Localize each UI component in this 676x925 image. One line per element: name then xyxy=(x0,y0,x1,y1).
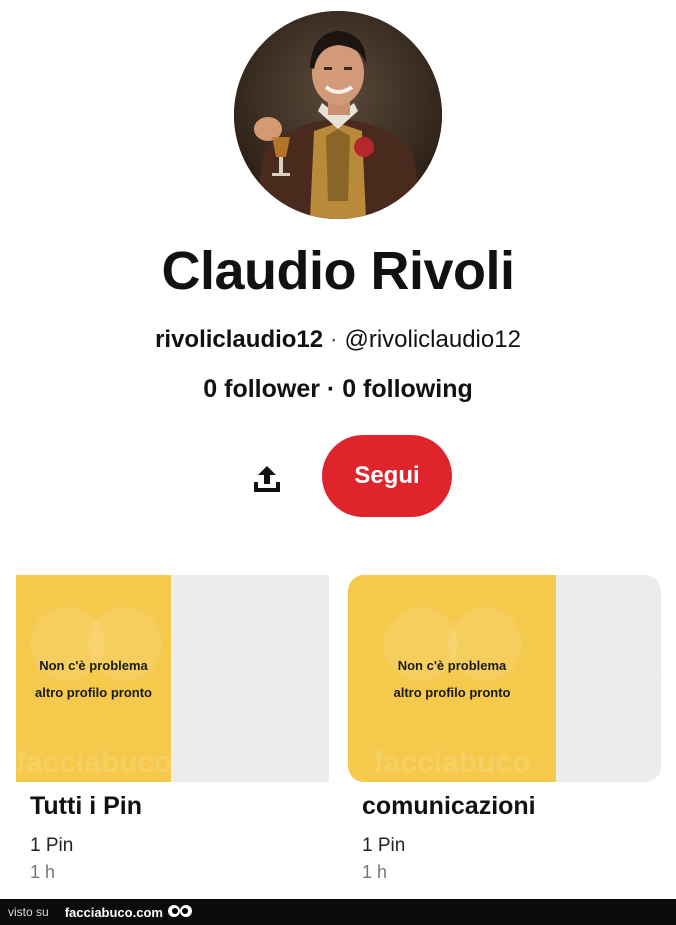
footer-visto-label: visto su xyxy=(8,905,49,919)
empty-pin-slot xyxy=(558,679,661,782)
board-card-comunicazioni[interactable]: Non c'è problema altro profilo pronto fa… xyxy=(348,575,661,882)
board-updated-time: 1 h xyxy=(30,862,56,882)
empty-pin-slot xyxy=(250,575,287,782)
board-card-tutti-i-pin[interactable]: Non c'è problema altro profilo pronto fa… xyxy=(16,575,329,882)
profile-handle-row: rivoliclaudio12 · @rivoliclaudio12 xyxy=(0,326,676,354)
empty-pin-slot xyxy=(211,575,248,782)
profile-username: rivoliclaudio12 xyxy=(155,326,324,353)
pin-text: Non c'è problema altro profilo pronto xyxy=(16,652,171,706)
separator-dot: · xyxy=(329,326,338,353)
share-upload-icon xyxy=(254,466,280,492)
empty-pin-slot xyxy=(173,575,209,782)
empty-pin-slot xyxy=(289,575,329,782)
footer-bar: visto su facciabuco.com xyxy=(0,899,676,925)
pin-thumbnail: Non c'è problema altro profilo pronto fa… xyxy=(16,575,171,782)
board-cover: Non c'è problema altro profilo pronto fa… xyxy=(348,575,661,782)
profile-handle: @rivoliclaudio12 xyxy=(344,326,521,353)
pin-text-line: Non c'è problema xyxy=(39,658,148,673)
pin-text-line: Non c'è problema xyxy=(397,658,507,673)
separator-dot: · xyxy=(326,375,336,403)
follow-button[interactable]: Segui xyxy=(322,435,452,517)
profile-stats: 0 follower · 0 following xyxy=(0,375,676,404)
board-updated-time: 1 h xyxy=(362,862,388,882)
pin-text: Non c'è problema altro profilo pronto xyxy=(348,652,556,706)
board-title: Tutti i Pin xyxy=(30,792,143,820)
watermark-text: facciabuco xyxy=(373,746,531,779)
watermark-text: facciabuco xyxy=(16,746,171,779)
pin-thumbnail: Non c'è problema altro profilo pronto fa… xyxy=(348,575,556,782)
avatar-image xyxy=(234,11,442,219)
board-pin-count: 1 Pin xyxy=(362,835,406,856)
followers-count[interactable]: 0 follower xyxy=(203,375,320,403)
pin-text-line: altro profilo pronto xyxy=(35,685,152,700)
board-pin-count: 1 Pin xyxy=(30,835,74,856)
board-cover: Non c'è problema altro profilo pronto fa… xyxy=(16,575,329,782)
eyes-logo-icon xyxy=(167,905,192,917)
profile-name: Claudio Rivoli xyxy=(161,241,515,301)
share-button[interactable] xyxy=(244,456,290,502)
footer-brand-link[interactable]: facciabuco.com xyxy=(65,905,163,920)
empty-pin-slot xyxy=(558,575,661,677)
following-count[interactable]: 0 following xyxy=(342,375,473,403)
pin-text-line: altro profilo pronto xyxy=(393,685,511,700)
profile-avatar[interactable] xyxy=(234,11,442,219)
board-title: comunicazioni xyxy=(362,792,536,820)
